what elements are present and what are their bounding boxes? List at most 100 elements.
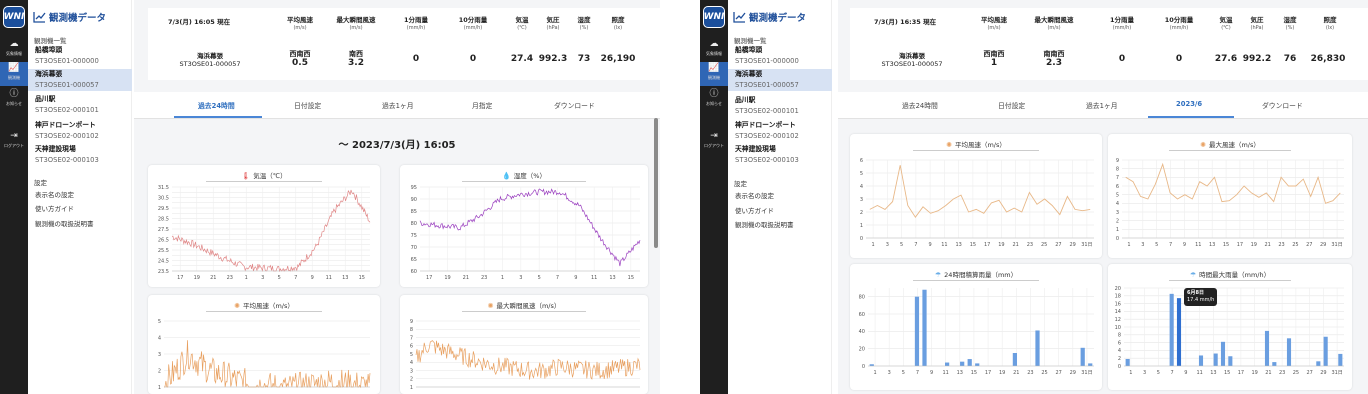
x-tick-label: 15 — [1224, 370, 1230, 376]
tab-month-select[interactable]: 2023/6 — [1176, 100, 1202, 108]
station-item[interactable]: 神戸ドローンポート ST3OSE02-000102 — [28, 120, 132, 142]
menu-guide[interactable]: 使い方ガイド — [35, 203, 74, 213]
x-tick-label: 15 — [628, 275, 634, 281]
tab-past-24h[interactable]: 過去24時間 — [902, 100, 938, 110]
station-item-selected[interactable]: 海浜幕張 ST3OSE01-000057 — [728, 69, 832, 91]
icon-rail: WNI ☁ 気象情報 📈 観測機 ⓘ お知らせ ⇥ ログアウト — [700, 0, 728, 394]
x-tick-label: 31日 — [1331, 370, 1342, 376]
chart-rain-24h: 0204060801 3 5 7 9 11 13 15 17 19 21 23 25 27 29 31日 — [859, 288, 1094, 376]
info-icon: ⓘ — [9, 89, 19, 99]
series-line — [415, 340, 641, 380]
divider — [134, 118, 660, 119]
x-tick-label: 21 — [210, 275, 216, 281]
y-tick-label: 60 — [859, 312, 865, 318]
rain-10min-value: 0 — [469, 54, 477, 64]
station-item[interactable]: 神戸ドローンポート ST3OSE02-000102 — [728, 120, 832, 142]
x-tick-label: 1 — [1129, 370, 1132, 376]
tab-past-month[interactable]: 過去1ヶ月 — [1086, 100, 1118, 110]
left-screenshot: WNI ☁ 気象情報 📈 観測機 ⓘ お知らせ ⇥ ログアウト 観測機データ 観測機一覧… — [0, 0, 660, 394]
bar — [1169, 293, 1174, 366]
tab-past-month[interactable]: 過去1ヶ月 — [382, 100, 414, 110]
x-tick-label: 7 — [914, 242, 917, 248]
x-tick-label: 27 — [1056, 370, 1062, 376]
chart-card-max-wind: ✺ 最大風速（m/s） 0 1 2 3 4 5 6 7 8 9 1 3 5 7 9 11 13 15 17 19 21 23… — [1108, 134, 1352, 258]
y-tick-label: 5 — [1116, 192, 1119, 198]
x-tick-label: 25 — [1293, 370, 1299, 376]
chart-rain-max: 024681012141618201 3 5 7 9 11 13 15 17 19 21 23 25 27… — [1115, 286, 1344, 376]
tab-download[interactable]: ダウンロード — [1262, 100, 1303, 110]
tab-past-24h[interactable]: 過去24時間 — [198, 100, 235, 110]
bar — [1088, 363, 1093, 366]
rail-logout-button[interactable]: ⇥ ログアウト — [700, 130, 728, 154]
x-tick-label: 11 — [1195, 242, 1201, 248]
rail-weather-button[interactable]: ☁ 気象情報 — [0, 38, 28, 62]
rail-observer-button[interactable]: 📈 観測機 — [700, 62, 728, 86]
tab-month-select[interactable]: 月指定 — [472, 100, 492, 110]
bar — [1323, 336, 1328, 366]
illuminance-value: 26,190 — [600, 54, 636, 64]
chart-icon: 📈 — [708, 63, 720, 73]
x-tick-label: 17 — [426, 275, 432, 281]
wni-logo[interactable]: WNI — [703, 6, 725, 28]
menu-display-name[interactable]: 表示名の設定 — [35, 189, 74, 199]
y-tick-label: 24.5 — [158, 258, 169, 264]
x-tick-label: 3 — [886, 242, 889, 248]
main-content: 7/3(月) 16:35 現在 平均風速 (m/s) 最大瞬間風速 (m/s) 1分… — [838, 0, 1368, 394]
x-tick-label: 21 — [463, 275, 469, 281]
bar — [914, 296, 920, 366]
x-tick-label: 31日 — [1081, 242, 1092, 248]
period-tabs: 過去24時間 日付設定 過去1ヶ月 月指定 ダウンロード — [134, 92, 660, 118]
temp-value: 27.4 — [510, 54, 534, 64]
tab-date-setting[interactable]: 日付設定 — [998, 100, 1025, 110]
bar — [1316, 361, 1321, 366]
y-tick-label: 40 — [859, 329, 865, 335]
wni-logo[interactable]: WNI — [3, 6, 25, 28]
rail-observer-button[interactable]: 📈 観測機 — [0, 62, 28, 86]
station-item[interactable]: 船橋埠頭 ST3OSE01-000000 — [728, 45, 832, 67]
x-tick-label: 31日 — [1331, 242, 1342, 248]
x-tick-label: 11 — [1196, 370, 1202, 376]
y-tick-label: 12 — [1115, 317, 1121, 323]
y-tick-label: 27.5 — [158, 227, 169, 233]
y-tick-label: 0 — [862, 364, 865, 370]
rail-info-button[interactable]: ⓘ お知らせ — [700, 88, 728, 112]
bar — [944, 362, 950, 366]
col-rain-10min: 10分雨量 (mm/h) — [1164, 16, 1194, 31]
x-tick-label: 21 — [1013, 370, 1019, 376]
col-max-wind: 最大瞬間風速 (m/s) — [336, 16, 376, 31]
tab-date-setting[interactable]: 日付設定 — [294, 100, 321, 110]
station-item-selected[interactable]: 海浜幕張 ST3OSE01-000057 — [28, 69, 132, 91]
x-tick-label: 29 — [1320, 242, 1326, 248]
x-tick-label: 13 — [342, 275, 348, 281]
station-item[interactable]: 船橋埠頭 ST3OSE01-000000 — [28, 45, 132, 67]
menu-manual[interactable]: 観測機の取扱説明書 — [35, 218, 94, 228]
station-item[interactable]: 品川駅 ST3OSE02-000101 — [28, 94, 132, 116]
x-tick-label: 19 — [194, 275, 200, 281]
x-tick-label: 31日 — [1081, 370, 1092, 376]
y-tick-label: 2 — [860, 210, 863, 216]
chart-card-humidity: 💧 湿度（%） 60 65 70 75 80 85 90 95 17 19 21 23 1 3 5 7 9 11 13… — [400, 165, 648, 287]
y-tick-label: 3 — [1116, 210, 1119, 216]
station-item[interactable]: 天神建設現場 ST3OSE02-000103 — [728, 144, 832, 166]
menu-manual[interactable]: 観測機の取扱説明書 — [735, 219, 794, 229]
rail-logout-button[interactable]: ⇥ ログアウト — [0, 130, 28, 154]
chart-humidity: 606570758085909517 19 21 23 1 3 5 7 9 11 13 15 — [411, 185, 641, 281]
x-tick-label: 13 — [955, 242, 961, 248]
rail-info-button[interactable]: ⓘ お知らせ — [0, 88, 28, 112]
x-tick-label: 5 — [1157, 370, 1160, 376]
rail-weather-button[interactable]: ☁ 気象情報 — [700, 38, 728, 62]
right-screenshot: WNI ☁ 気象情報 📈 観測機 ⓘ お知らせ ⇥ ログアウト 観測機データ 観測機一覧… — [700, 0, 1368, 394]
col-rain-1min: 1分雨量 (mm/h) — [1109, 16, 1135, 31]
scrollbar[interactable] — [654, 118, 658, 248]
y-tick-label: 3 — [860, 197, 863, 203]
tab-download[interactable]: ダウンロード — [554, 100, 595, 110]
y-tick-label: 4 — [1116, 201, 1119, 207]
menu-display-name[interactable]: 表示名の設定 — [735, 190, 774, 200]
menu-guide[interactable]: 使い方ガイド — [735, 205, 774, 215]
y-tick-label: 95 — [411, 185, 417, 191]
station-item[interactable]: 品川駅 ST3OSE02-000101 — [728, 95, 832, 117]
x-tick-label: 19 — [1251, 370, 1257, 376]
y-tick-label: 5 — [158, 319, 161, 325]
y-tick-label: 9 — [410, 319, 413, 325]
station-item[interactable]: 天神建設現場 ST3OSE02-000103 — [28, 144, 132, 166]
